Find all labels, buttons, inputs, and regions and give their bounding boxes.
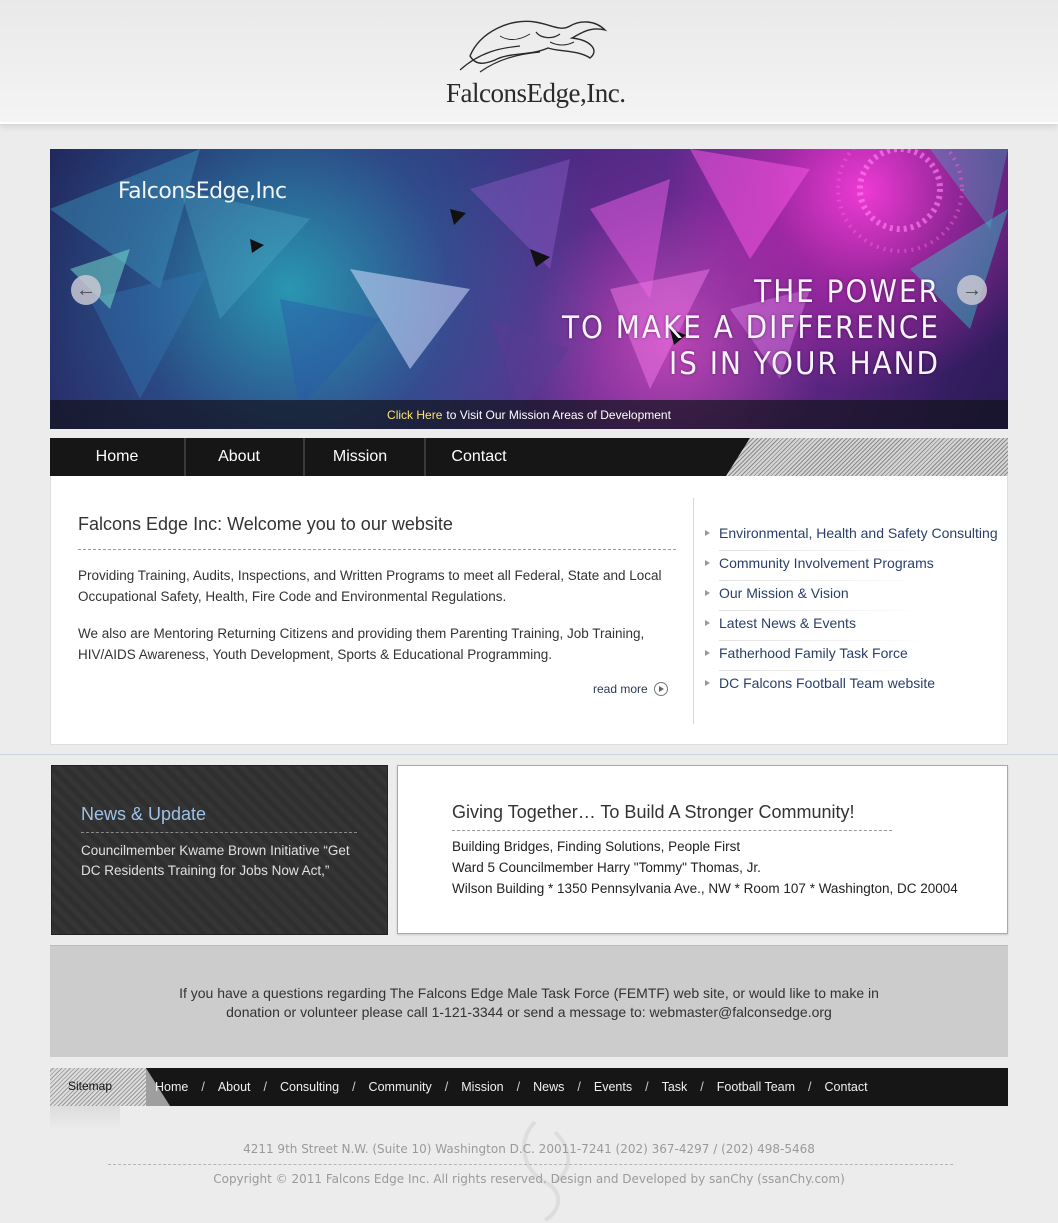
sitemap-separator: /	[352, 1080, 356, 1094]
caption-click-here-link[interactable]: Click Here	[387, 408, 442, 422]
welcome-title: Falcons Edge Inc: Welcome you to our web…	[78, 514, 453, 534]
nav-home[interactable]: Home	[50, 438, 184, 476]
bullet-arrow-icon	[705, 560, 710, 566]
side-link-label: Fatherhood Family Task Force	[719, 645, 908, 661]
bullet-arrow-icon	[705, 620, 710, 626]
welcome-paragraph-2: We also are Mentoring Returning Citizens…	[78, 626, 645, 662]
link-divider	[719, 610, 929, 611]
title-divider	[78, 549, 676, 550]
side-link-label: DC Falcons Football Team website	[719, 675, 936, 691]
giving-divider	[452, 830, 892, 831]
contact-line-1: If you have a questions regarding The Fa…	[179, 985, 879, 1001]
sitemap-link-mission[interactable]: Mission	[461, 1080, 503, 1094]
footer-copyright: Copyright © 2011 Falcons Edge Inc. All r…	[213, 1172, 845, 1186]
bullet-arrow-icon	[705, 530, 710, 536]
sitemap-link-consulting[interactable]: Consulting	[280, 1080, 339, 1094]
sitemap-links: Home / About / Consulting / Community / …	[155, 1068, 868, 1106]
side-link-mission[interactable]: Our Mission & Vision	[705, 584, 985, 614]
caption-text: to Visit Our Mission Areas of Developmen…	[446, 407, 671, 422]
sitemap-link-community[interactable]: Community	[369, 1080, 432, 1094]
giving-line-3: Wilson Building * 1350 Pennsylvania Ave.…	[452, 881, 958, 896]
section-divider	[0, 754, 1058, 755]
side-link-label: Our Mission & Vision	[719, 585, 849, 601]
sitemap-separator: /	[263, 1080, 267, 1094]
giving-title: Giving Together… To Build A Stronger Com…	[452, 802, 855, 822]
main-nav: Home About Mission Contact	[50, 438, 1008, 476]
sitemap-link-home[interactable]: Home	[155, 1080, 188, 1094]
footer-emblem-icon	[522, 1120, 571, 1222]
contact-text: If you have a questions regarding The Fa…	[50, 984, 1008, 1022]
sitemap-separator: /	[700, 1080, 704, 1094]
sitemap-link-events[interactable]: Events	[594, 1080, 632, 1094]
site-header: FalconsEdge,Inc.	[0, 0, 1058, 124]
nav-about[interactable]: About	[186, 438, 292, 476]
arrow-right-icon: →	[962, 278, 982, 301]
side-link-label: Environmental, Health and Safety Consult…	[719, 525, 998, 541]
sitemap-separator: /	[645, 1080, 649, 1094]
link-divider	[719, 640, 929, 641]
main-nav-bar: Home About Mission Contact	[50, 438, 750, 476]
bullet-arrow-icon	[705, 590, 710, 596]
tagline-line-1: THE POWER	[754, 274, 940, 310]
sitemap-separator: /	[516, 1080, 521, 1094]
footer-divider	[108, 1164, 953, 1165]
slider-caption-bar: Click Here to Visit Our Mission Areas of…	[50, 400, 1008, 429]
sitemap-bar: Sitemap Home / About / Consulting / Comm…	[50, 1068, 1008, 1106]
logo-text: FalconsEdge,Inc.	[446, 78, 626, 108]
giving-line-2: Ward 5 Councilmember Harry "Tommy" Thoma…	[452, 860, 761, 875]
welcome-panel: Falcons Edge Inc: Welcome you to our web…	[50, 476, 1008, 745]
news-box: News & Update Councilmember Kwame Brown …	[51, 765, 388, 935]
column-divider	[693, 498, 694, 724]
link-divider	[719, 550, 929, 551]
hero-slider: FalconsEdge,Inc THE POWER TO MAKE A DIFF…	[50, 149, 1008, 429]
arrow-left-icon: ←	[76, 278, 96, 301]
footer-address: 4211 9th Street N.W. (Suite 10) Washingt…	[243, 1142, 815, 1156]
side-link-community[interactable]: Community Involvement Programs	[705, 554, 985, 584]
play-circle-icon	[653, 682, 668, 696]
sitemap-separator: /	[201, 1080, 205, 1094]
sitemap-link-news[interactable]: News	[533, 1080, 564, 1094]
side-link-label: Community Involvement Programs	[719, 555, 934, 571]
slider-next-button[interactable]: →	[957, 275, 987, 305]
bullet-arrow-icon	[705, 680, 710, 686]
side-link-news[interactable]: Latest News & Events	[705, 614, 985, 644]
link-divider	[719, 670, 929, 671]
news-title: News & Update	[81, 804, 207, 824]
side-link-environmental[interactable]: Environmental, Health and Safety Consult…	[705, 524, 998, 554]
tagline-line-3: IS IN YOUR HAND	[668, 346, 940, 382]
link-divider	[719, 580, 929, 581]
side-link-football[interactable]: DC Falcons Football Team website	[705, 674, 985, 704]
contact-band: If you have a questions regarding The Fa…	[50, 945, 1008, 1057]
sitemap-separator: /	[577, 1080, 581, 1094]
sitemap-label: Sitemap	[68, 1079, 113, 1093]
giving-box: Giving Together… To Build A Stronger Com…	[397, 765, 1008, 934]
read-more-label: read more	[593, 682, 648, 696]
sitemap-link-about[interactable]: About	[218, 1080, 251, 1094]
bullet-arrow-icon	[705, 650, 710, 656]
site-logo[interactable]: FalconsEdge,Inc.	[440, 12, 626, 112]
falcon-logo-icon	[459, 20, 608, 73]
nav-mission[interactable]: Mission	[305, 438, 415, 476]
sitemap-link-contact[interactable]: Contact	[825, 1080, 868, 1094]
side-link-fatherhood[interactable]: Fatherhood Family Task Force	[705, 644, 985, 674]
sitemap-link-task[interactable]: Task	[662, 1080, 688, 1094]
slide-tagline: THE POWER TO MAKE A DIFFERENCE IS IN YOU…	[562, 274, 940, 382]
tagline-line-2: TO MAKE A DIFFERENCE	[561, 310, 940, 346]
news-divider	[81, 832, 357, 833]
read-more-link[interactable]: read more	[593, 682, 668, 696]
news-item-link[interactable]: Councilmember Kwame Brown Initiative “Ge…	[81, 841, 366, 881]
sitemap-tab: Sitemap	[50, 1068, 170, 1106]
sitemap-separator: /	[444, 1080, 449, 1094]
nav-contact[interactable]: Contact	[426, 438, 532, 476]
giving-line-1: Building Bridges, Finding Solutions, Peo…	[452, 839, 741, 854]
welcome-paragraph-1: Providing Training, Audits, Inspections,…	[78, 568, 662, 604]
slide-brand-text: FalconsEdge,Inc	[118, 179, 287, 204]
contact-line-2: donation or volunteer please call 1-121-…	[226, 1004, 832, 1020]
sitemap-tab-shadow	[50, 1106, 120, 1130]
sitemap-separator: /	[808, 1080, 812, 1094]
sitemap-link-football-team[interactable]: Football Team	[717, 1080, 795, 1094]
side-link-label: Latest News & Events	[719, 615, 856, 631]
slider-prev-button[interactable]: ←	[71, 275, 101, 305]
